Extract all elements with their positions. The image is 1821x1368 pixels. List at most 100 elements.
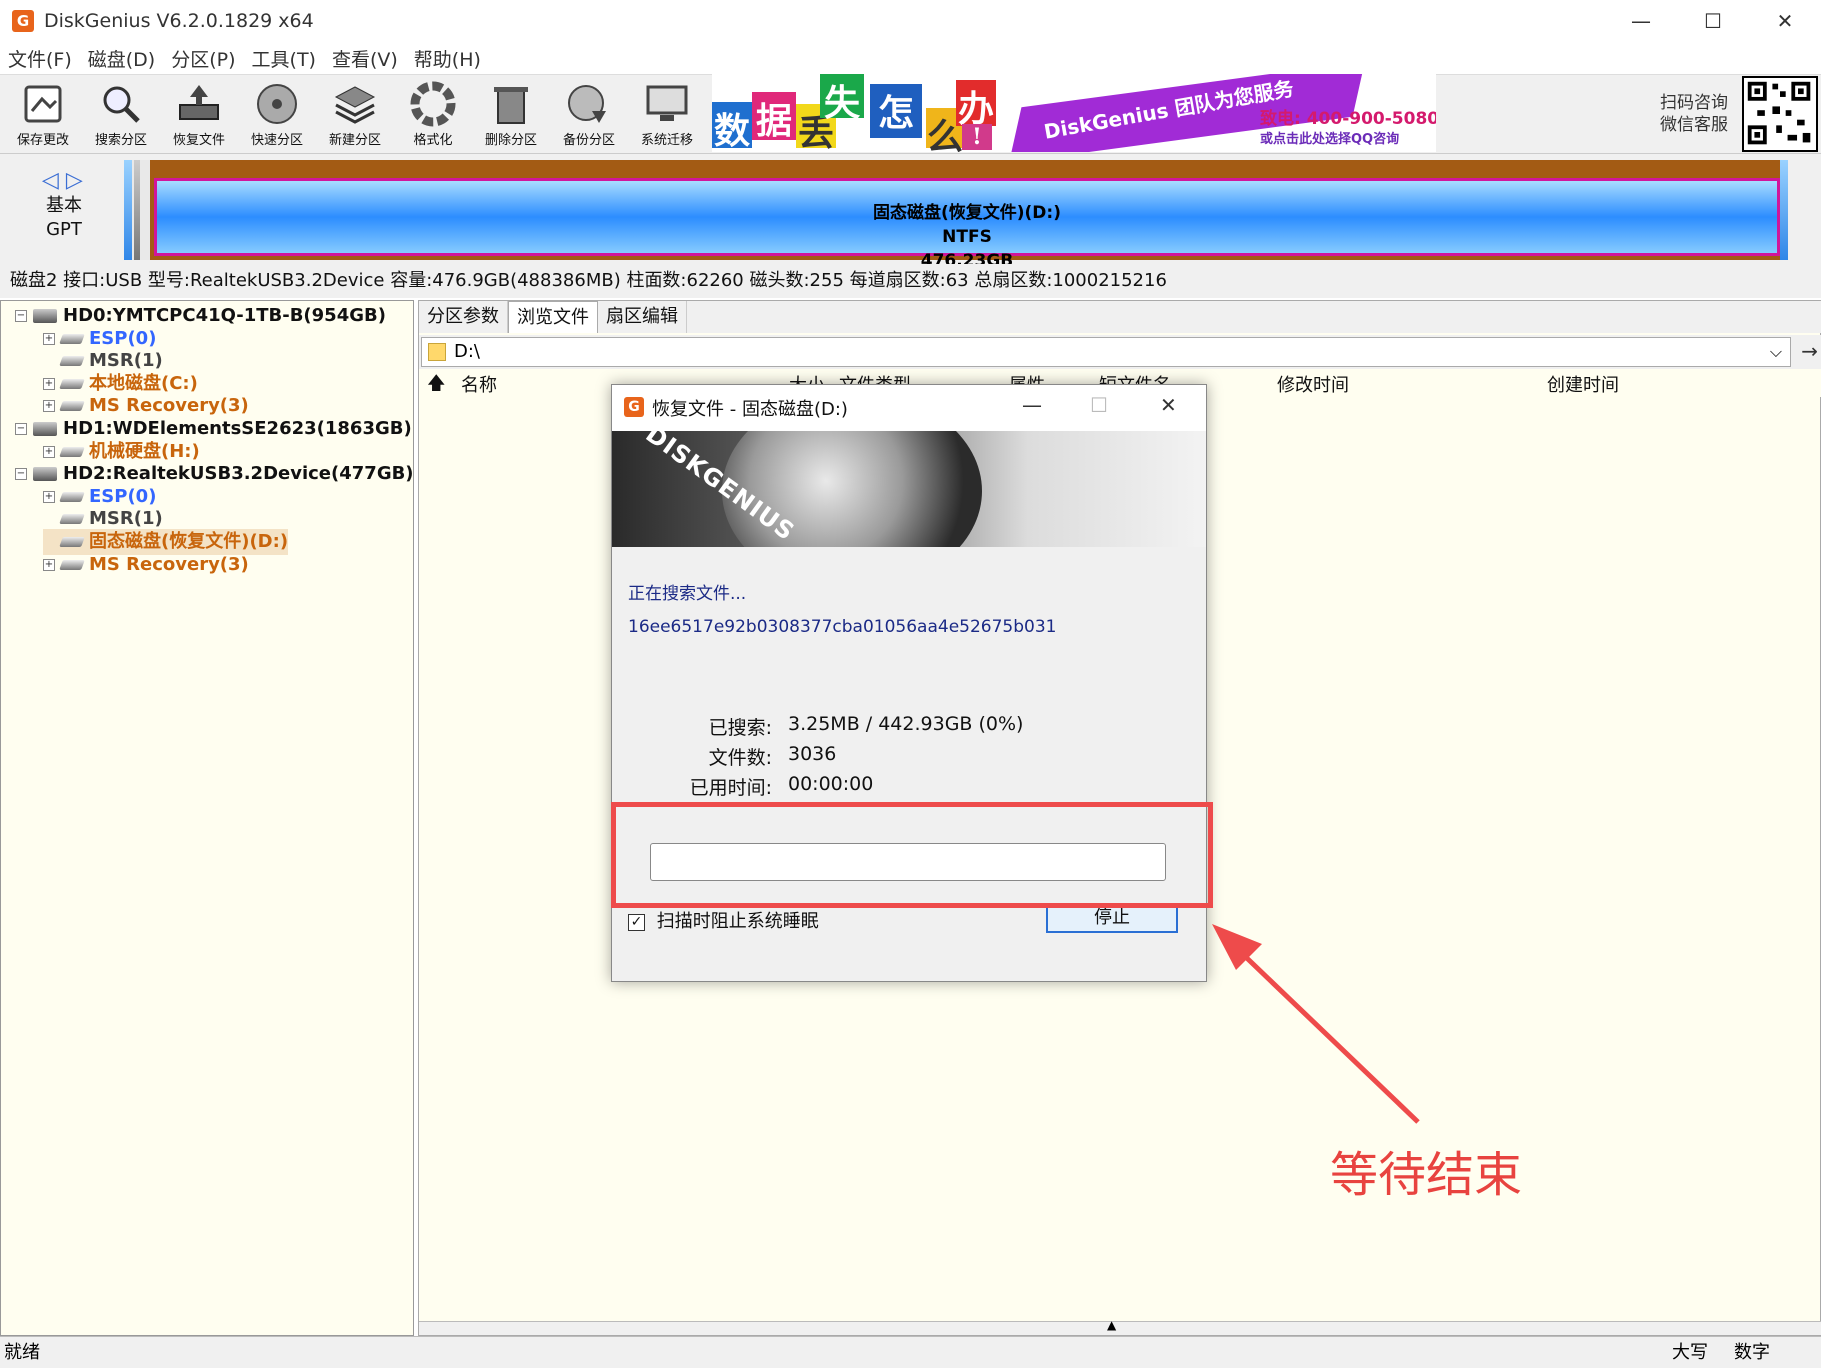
stack-icon	[334, 86, 376, 124]
search-partition-button[interactable]: 搜索分区	[82, 79, 160, 151]
toolbar-label: 备份分区	[562, 133, 615, 148]
promo-qq-link[interactable]: 或点击此处选择QQ咨询	[1260, 128, 1399, 147]
toolbar-label: 保存更改	[16, 133, 69, 148]
qr-code-icon[interactable]	[1742, 76, 1818, 152]
menu-tools[interactable]: 工具(T)	[244, 45, 324, 72]
backup-partition-button[interactable]: 备份分区	[550, 79, 628, 151]
delete-partition-button[interactable]: 删除分区	[472, 79, 550, 151]
toolbar-label: 快速分区	[250, 133, 303, 148]
tab-browse-files[interactable]: 浏览文件	[508, 301, 598, 333]
hard-disk-icon	[33, 422, 57, 436]
expand-icon[interactable]: +	[43, 332, 55, 345]
dialog-hero-image: DISKGENIUS	[612, 431, 1206, 547]
tree-node-label: MS Recovery(3)	[89, 553, 249, 575]
menu-help[interactable]: 帮助(H)	[406, 45, 489, 72]
new-partition-button[interactable]: 新建分区	[316, 79, 394, 151]
expand-icon[interactable]	[43, 355, 55, 367]
dialog-close-button[interactable]: ✕	[1160, 393, 1177, 417]
caret-up-icon[interactable]: ▲	[1107, 1318, 1116, 1332]
disk-icon	[257, 84, 297, 124]
hard-disk-icon	[33, 467, 57, 482]
menu-view[interactable]: 查看(V)	[324, 45, 406, 72]
menu-file[interactable]: 文件(F)	[0, 45, 80, 72]
tree-partition-node[interactable]: + MS Recovery(3)	[43, 552, 249, 578]
expand-icon[interactable]: +	[43, 558, 55, 571]
disk-info-line: 磁盘2 接口:USB 型号:RealtekUSB3.2Device 容量:476…	[0, 264, 1821, 298]
splitter[interactable]: ▲	[419, 1318, 1821, 1335]
recover-files-button[interactable]: 恢复文件	[160, 79, 238, 151]
tree-node-label: MSR(1)	[89, 350, 163, 372]
expand-icon[interactable]: +	[43, 490, 55, 503]
close-button[interactable]: ✕	[1749, 0, 1821, 42]
caps-indicator: 大写	[1672, 1342, 1708, 1363]
collapse-icon[interactable]: −	[15, 310, 27, 322]
banner-tile: 数	[712, 102, 752, 152]
partition-icon	[59, 446, 85, 457]
file-count-value: 3036	[788, 743, 837, 765]
collapse-icon[interactable]: −	[15, 468, 27, 481]
partition-segment-recovery[interactable]	[1780, 160, 1788, 260]
toolbar-label: 删除分区	[484, 133, 537, 148]
partition-icon	[59, 514, 85, 525]
path-bar: D:\ ⌵ →	[419, 335, 1821, 369]
column-modified[interactable]: 修改时间	[1277, 371, 1349, 397]
disk-type: 基本 GPT	[34, 194, 94, 242]
disk-type-line: GPT	[46, 219, 82, 240]
banner-tile: !	[962, 124, 992, 150]
partition-segment-msr[interactable]	[134, 160, 140, 260]
tree-node-label: ESP(0)	[89, 485, 157, 507]
tree-node-label: HD0:YMTCPC41Q-1TB-B(954GB)	[63, 305, 386, 326]
up-arrow-icon[interactable]: 🡅	[427, 371, 446, 401]
disk-type-line: 基本	[46, 195, 82, 216]
promo-banner[interactable]: 数 据 丢 失 怎 么 办 ! DiskGenius 团队为您服务 致电: 40…	[712, 74, 1436, 152]
expand-icon[interactable]	[43, 513, 55, 525]
disk-nav-arrows[interactable]: ◁ ▷	[42, 168, 83, 193]
folder-icon	[428, 343, 446, 361]
partition-segment-d[interactable]: 固态磁盘(恢复文件)(D:) NTFS 476.23GB	[150, 160, 1786, 271]
partition-icon	[59, 537, 85, 547]
partition-segment-esp[interactable]	[124, 160, 132, 260]
partition-icon	[59, 378, 85, 389]
prevent-sleep-option[interactable]: ✓ 扫描时阻止系统睡眠	[628, 907, 819, 933]
path-input[interactable]: D:\ ⌵	[421, 337, 1791, 367]
disk-tree: − HD0:YMTCPC41Q-1TB-B(954GB) + ESP(0) MSR(1)…	[0, 300, 414, 1336]
partition-icon	[59, 356, 85, 367]
banner-tile: 怎	[870, 84, 922, 138]
maximize-button[interactable]: ☐	[1677, 0, 1749, 42]
go-arrow-icon[interactable]: →	[1801, 339, 1818, 363]
save-changes-button[interactable]: 保存更改	[4, 79, 82, 151]
chevron-down-icon[interactable]: ⌵	[1770, 338, 1782, 366]
search-status-text: 正在搜索文件...	[628, 584, 747, 604]
searched-label: 已搜索:	[708, 717, 772, 739]
column-name[interactable]: 名称	[461, 371, 497, 397]
dialog-title: 恢复文件 - 固态磁盘(D:)	[652, 399, 848, 420]
dialog-minimize-button[interactable]: —	[1022, 393, 1042, 417]
hard-disk-icon	[33, 309, 57, 323]
tab-sector-edit[interactable]: 扇区编辑	[598, 301, 687, 333]
prevent-sleep-checkbox[interactable]: ✓	[628, 913, 645, 931]
expand-icon[interactable]: +	[43, 445, 55, 458]
tab-partition-params[interactable]: 分区参数	[419, 301, 508, 333]
expand-icon[interactable]	[43, 536, 55, 548]
format-button[interactable]: 格式化	[394, 79, 472, 151]
quick-partition-button[interactable]: 快速分区	[238, 79, 316, 151]
prevent-sleep-label: 扫描时阻止系统睡眠	[656, 911, 819, 932]
partition-fs: NTFS	[942, 227, 992, 247]
column-created[interactable]: 创建时间	[1547, 371, 1619, 397]
menu-disk[interactable]: 磁盘(D)	[80, 45, 163, 72]
highlight-box	[611, 802, 1213, 908]
minimize-button[interactable]: —	[1605, 0, 1677, 42]
menu-partition[interactable]: 分区(P)	[163, 45, 243, 72]
toolbar-label: 新建分区	[328, 133, 381, 148]
banner-tile: 办	[956, 80, 996, 130]
tree-node-label: MS Recovery(3)	[89, 395, 249, 417]
disk-map: ◁ ▷ 基本 GPT 固态磁盘(恢复文件)(D:) NTFS 476.23GB	[0, 154, 1821, 271]
searched-value: 3.25MB / 442.93GB (0%)	[788, 713, 1024, 735]
menu-bar: 文件(F) 磁盘(D) 分区(P) 工具(T) 查看(V) 帮助(H)	[0, 42, 1821, 74]
system-migrate-button[interactable]: 系统迁移	[628, 79, 706, 151]
expand-icon[interactable]: +	[43, 400, 55, 413]
backup-icon	[568, 85, 606, 123]
collapse-icon[interactable]: −	[15, 423, 27, 435]
elapsed-value: 00:00:00	[788, 773, 874, 795]
expand-icon[interactable]: +	[43, 377, 55, 390]
